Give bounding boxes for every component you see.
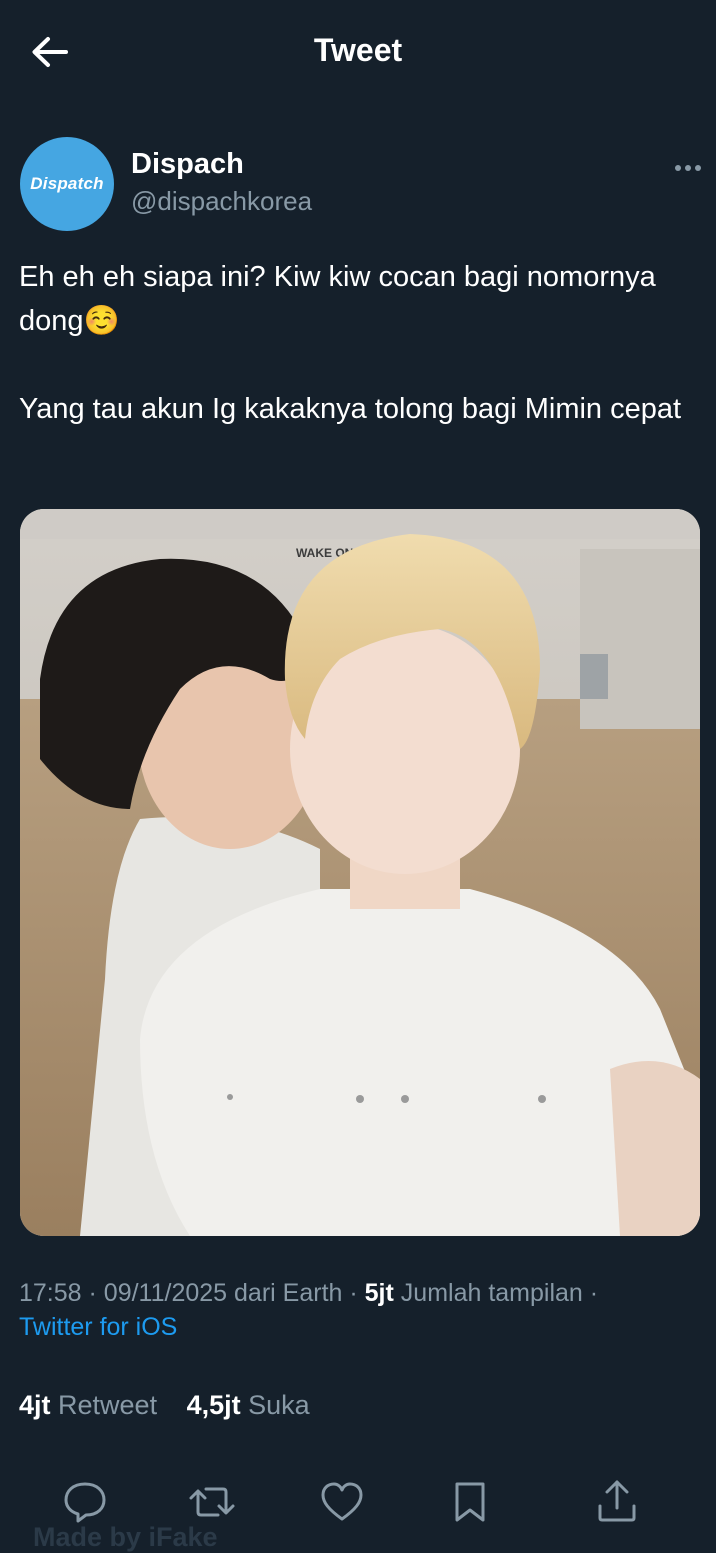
bookmark-button[interactable] — [442, 1474, 498, 1530]
photo-illustration: WAKE ONE — [20, 509, 700, 1236]
share-icon — [598, 1480, 636, 1522]
tweet-location: dari Earth — [234, 1279, 343, 1307]
tweet-stats: 4jt Retweet 4,5jt Suka — [19, 1390, 310, 1421]
like-icon — [321, 1482, 363, 1521]
tweet-time: 17:58 — [19, 1279, 82, 1307]
avatar-logo-text: Dispatch — [30, 174, 104, 193]
more-options-button[interactable] — [668, 152, 708, 182]
page-title: Tweet — [313, 32, 403, 68]
bookmark-icon — [455, 1482, 485, 1522]
watermark: Made by iFake — [33, 1522, 218, 1552]
top-bar: Tweet — [0, 0, 716, 104]
likes-label[interactable]: Suka — [248, 1390, 310, 1420]
tweet-line-1: Eh eh eh siapa ini? Kiw kiw cocan bagi n… — [19, 261, 656, 337]
tweet-text: Eh eh eh siapa ini? Kiw kiw cocan bagi n… — [19, 255, 699, 431]
meta-separator: · — [88, 1279, 97, 1307]
share-button[interactable] — [589, 1474, 645, 1530]
meta-separator: · — [589, 1279, 599, 1307]
views-count: 5jt — [364, 1279, 394, 1307]
retweets-label[interactable]: Retweet — [58, 1390, 157, 1420]
tweet-photo[interactable]: WAKE ONE — [20, 509, 700, 1236]
author-handle[interactable]: @dispachkorea — [131, 186, 312, 217]
tweet-date: 09/11/2025 — [103, 1279, 228, 1307]
meta-separator: · — [349, 1279, 358, 1307]
author-name[interactable]: Dispach — [131, 148, 244, 181]
avatar[interactable]: Dispatch — [20, 137, 114, 231]
retweets-count[interactable]: 4jt — [19, 1390, 51, 1420]
more-dots-icon — [675, 165, 701, 171]
likes-count[interactable]: 4,5jt — [187, 1390, 241, 1420]
views-label: Jumlah tampilan — [400, 1279, 583, 1307]
tweet-meta: 17:58 · 09/11/2025 dari Earth · 5jt Juml… — [19, 1276, 709, 1344]
like-button[interactable] — [314, 1474, 370, 1530]
client-link[interactable]: Twitter for iOS — [19, 1313, 177, 1341]
tweet-line-2: Yang tau akun Ig kakaknya tolong bagi Mi… — [19, 393, 682, 425]
